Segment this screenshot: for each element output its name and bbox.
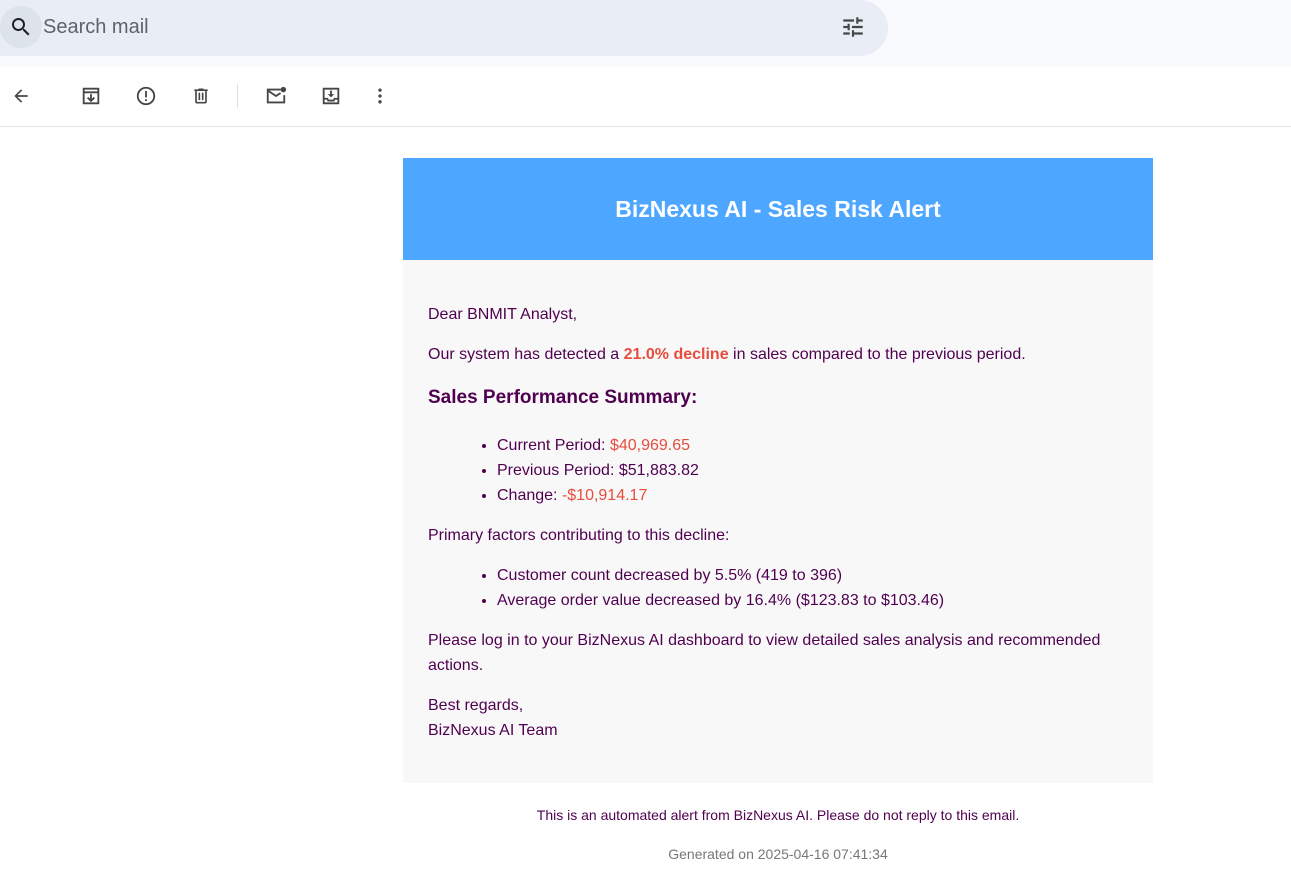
report-spam-icon[interactable] bbox=[126, 76, 166, 116]
factor-item: Average order value decreased by 16.4% (… bbox=[497, 588, 944, 613]
summary-value: -$10,914.17 bbox=[561, 487, 648, 504]
signoff: Best regards, bbox=[428, 697, 524, 714]
email-body: Dear BNMIT Analyst, Our system has detec… bbox=[403, 260, 1153, 783]
search-bar[interactable] bbox=[0, 0, 888, 56]
summary-item-change: Change: -$10,914.17 bbox=[497, 483, 699, 508]
generated-timestamp: Generated on 2025-04-16 07:41:34 bbox=[668, 846, 888, 862]
footer-note: This is an automated alert from BizNexus… bbox=[536, 807, 1020, 823]
summary-label: Change: bbox=[497, 487, 562, 504]
toolbar-divider bbox=[237, 84, 238, 108]
summary-value: $40,969.65 bbox=[609, 437, 691, 454]
tune-icon[interactable] bbox=[832, 6, 874, 48]
summary-value: $51,883.82 bbox=[618, 462, 699, 479]
search-icon[interactable] bbox=[0, 6, 42, 48]
summary-title: Sales Performance Summary: bbox=[428, 387, 698, 408]
search-band bbox=[0, 0, 1291, 66]
summary-item-previous: Previous Period: $51,883.82 bbox=[497, 458, 699, 483]
delete-icon[interactable] bbox=[181, 76, 221, 116]
factors-list: Customer count decreased by 5.5% (419 to… bbox=[428, 563, 944, 613]
search-input[interactable] bbox=[43, 12, 803, 42]
mark-unread-icon[interactable] bbox=[256, 76, 296, 116]
back-icon[interactable] bbox=[1, 76, 41, 116]
alert-title: BizNexus AI - Sales Risk Alert bbox=[615, 195, 941, 222]
summary-label: Current Period: bbox=[497, 437, 610, 454]
signature: BizNexus AI Team bbox=[428, 722, 558, 739]
message-toolbar bbox=[0, 66, 1291, 127]
decline-highlight: 21.0% decline bbox=[623, 346, 729, 363]
alert-header: BizNexus AI - Sales Risk Alert bbox=[403, 158, 1153, 260]
move-to-icon[interactable] bbox=[311, 76, 351, 116]
cta-text: Please log in to your BizNexus AI dashbo… bbox=[428, 632, 1101, 674]
greeting: Dear BNMIT Analyst, bbox=[428, 306, 578, 323]
factor-item: Customer count decreased by 5.5% (419 to… bbox=[497, 563, 944, 588]
factors-intro: Primary factors contributing to this dec… bbox=[428, 527, 730, 544]
more-vert-icon[interactable] bbox=[360, 76, 400, 116]
summary-label: Previous Period: bbox=[497, 462, 619, 479]
intro-prefix: Our system has detected a bbox=[428, 346, 624, 363]
summary-list: Current Period: $40,969.65 Previous Peri… bbox=[428, 433, 699, 508]
intro-text: Our system has detected a 21.0% decline … bbox=[428, 342, 1128, 367]
archive-icon[interactable] bbox=[71, 76, 111, 116]
summary-item-current: Current Period: $40,969.65 bbox=[497, 433, 699, 458]
intro-suffix: in sales compared to the previous period… bbox=[728, 346, 1026, 363]
